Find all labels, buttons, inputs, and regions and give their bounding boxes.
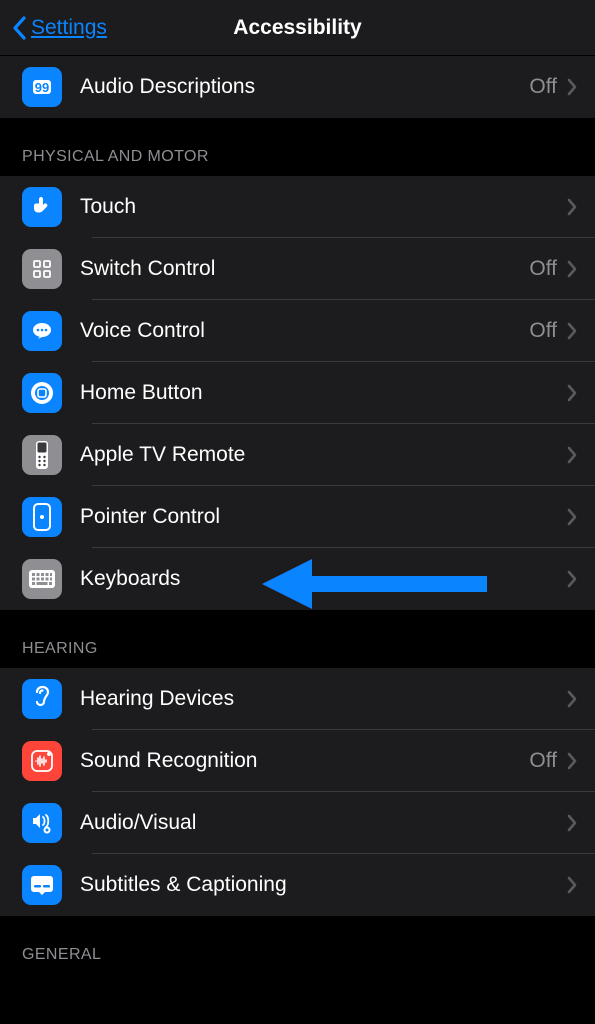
sound-recognition-icon: [22, 741, 62, 781]
row-label: Switch Control: [80, 257, 529, 281]
row-touch[interactable]: Touch: [0, 176, 595, 238]
row-label: Audio Descriptions: [80, 75, 529, 99]
row-sound-recognition[interactable]: Sound Recognition Off: [0, 730, 595, 792]
row-keyboards[interactable]: Keyboards: [0, 548, 595, 610]
row-home-button[interactable]: Home Button: [0, 362, 595, 424]
chevron-right-icon: [567, 508, 577, 526]
section-hearing: Hearing Devices Sound Recognition Off Au…: [0, 668, 595, 916]
audio-visual-icon: [22, 803, 62, 843]
section-header-physical-motor: Physical and Motor: [0, 118, 595, 176]
row-value: Off: [529, 749, 557, 773]
chevron-right-icon: [567, 690, 577, 708]
audio-descriptions-icon: 99: [22, 67, 62, 107]
chevron-left-icon: [12, 16, 27, 40]
chevron-right-icon: [567, 198, 577, 216]
row-label: Hearing Devices: [80, 687, 567, 711]
row-voice-control[interactable]: Voice Control Off: [0, 300, 595, 362]
back-label: Settings: [31, 16, 107, 40]
row-apple-tv-remote[interactable]: Apple TV Remote: [0, 424, 595, 486]
apple-tv-remote-icon: [22, 435, 62, 475]
row-label: Pointer Control: [80, 505, 567, 529]
row-label: Home Button: [80, 381, 567, 405]
voice-control-icon: [22, 311, 62, 351]
row-pointer-control[interactable]: Pointer Control: [0, 486, 595, 548]
svg-text:99: 99: [35, 80, 49, 95]
row-value: Off: [529, 319, 557, 343]
row-subtitles-captioning[interactable]: Subtitles & Captioning: [0, 854, 595, 916]
row-label: Apple TV Remote: [80, 443, 567, 467]
row-value: Off: [529, 75, 557, 99]
content-scroll[interactable]: 99 Audio Descriptions Off Physical and M…: [0, 56, 595, 974]
row-label: Audio/Visual: [80, 811, 567, 835]
row-label: Subtitles & Captioning: [80, 873, 567, 897]
chevron-right-icon: [567, 446, 577, 464]
chevron-right-icon: [567, 570, 577, 588]
row-label: Keyboards: [80, 567, 567, 591]
section-header-hearing: Hearing: [0, 610, 595, 668]
touch-icon: [22, 187, 62, 227]
row-switch-control[interactable]: Switch Control Off: [0, 238, 595, 300]
row-label: Sound Recognition: [80, 749, 529, 773]
subtitles-icon: [22, 865, 62, 905]
home-button-icon: [22, 373, 62, 413]
row-value: Off: [529, 257, 557, 281]
chevron-right-icon: [567, 260, 577, 278]
row-audio-descriptions[interactable]: 99 Audio Descriptions Off: [0, 56, 595, 118]
back-button[interactable]: Settings: [0, 16, 107, 40]
section-media: 99 Audio Descriptions Off: [0, 56, 595, 118]
row-hearing-devices[interactable]: Hearing Devices: [0, 668, 595, 730]
chevron-right-icon: [567, 752, 577, 770]
chevron-right-icon: [567, 78, 577, 96]
chevron-right-icon: [567, 322, 577, 340]
section-physical-motor: Touch Switch Control Off Voice Control O…: [0, 176, 595, 610]
ear-icon: [22, 679, 62, 719]
navigation-bar: Settings Accessibility: [0, 0, 595, 56]
chevron-right-icon: [567, 384, 577, 402]
switch-control-icon: [22, 249, 62, 289]
section-header-general: General: [0, 916, 595, 974]
chevron-right-icon: [567, 876, 577, 894]
row-audio-visual[interactable]: Audio/Visual: [0, 792, 595, 854]
row-label: Voice Control: [80, 319, 529, 343]
pointer-control-icon: [22, 497, 62, 537]
keyboard-icon: [22, 559, 62, 599]
row-label: Touch: [80, 195, 567, 219]
chevron-right-icon: [567, 814, 577, 832]
